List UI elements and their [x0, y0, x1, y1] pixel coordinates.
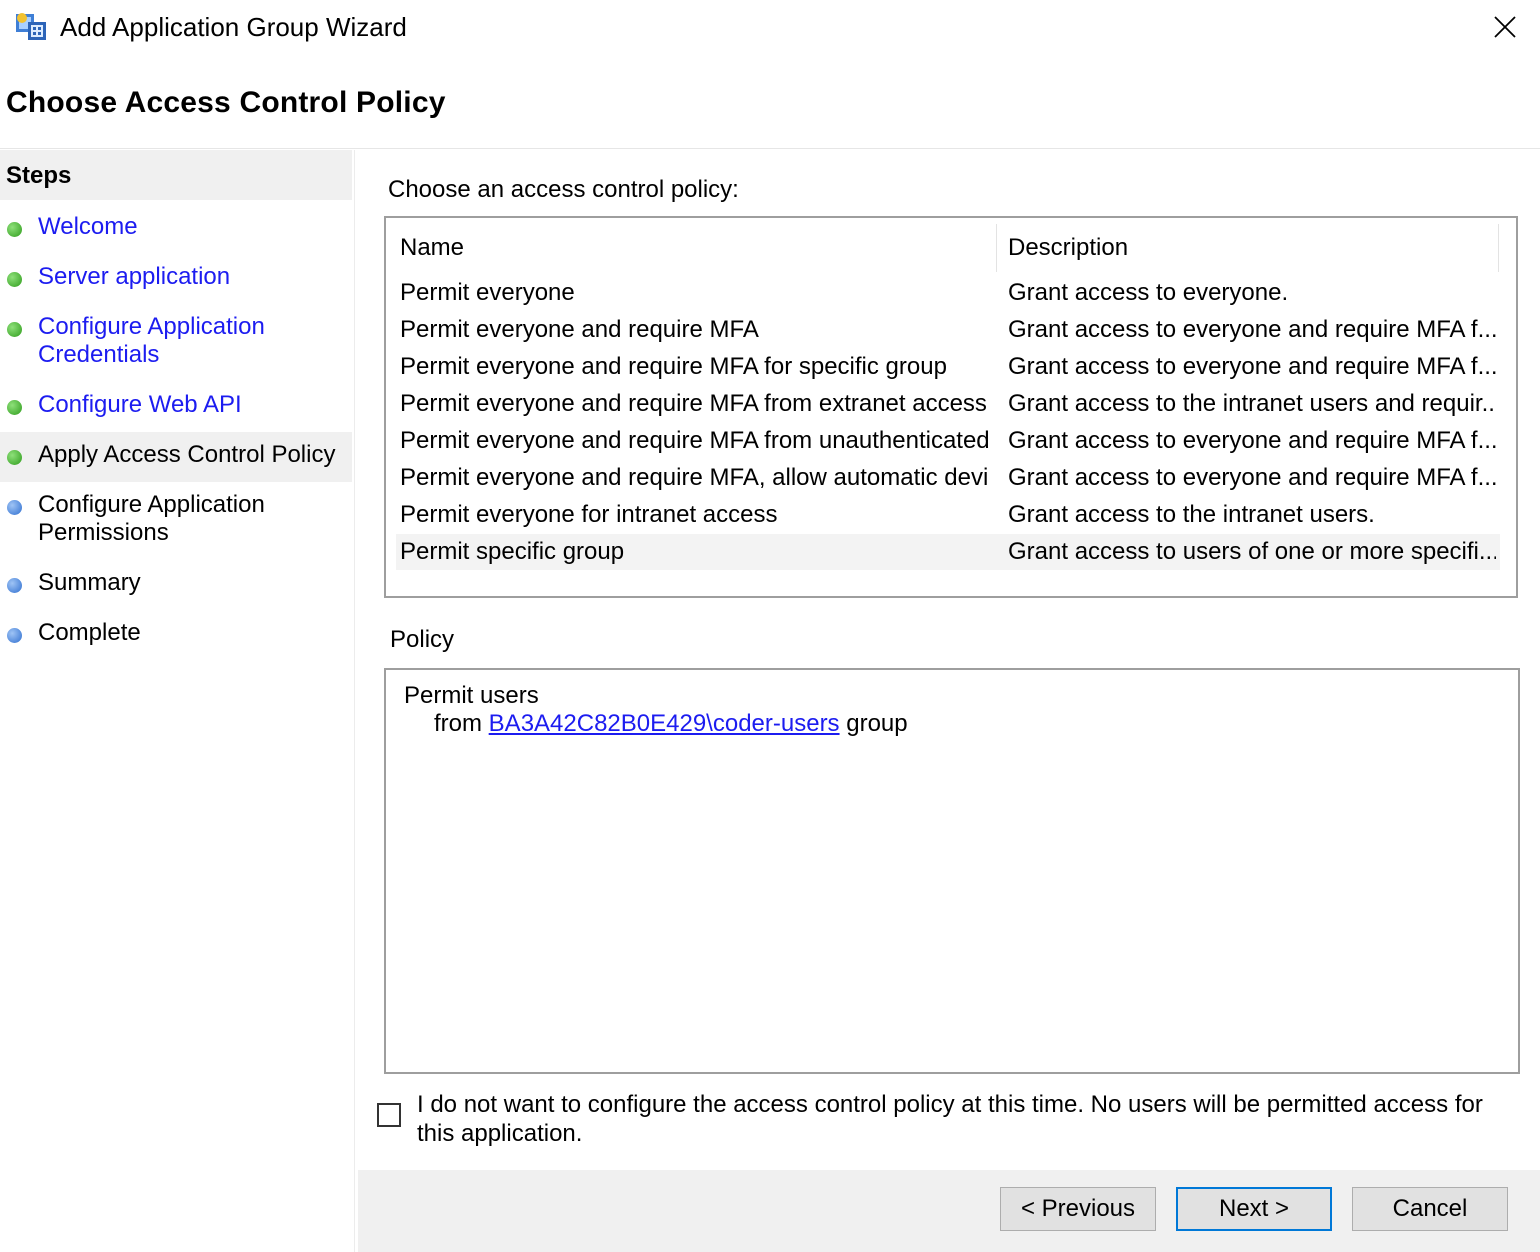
policy-description: Grant access to everyone and require MFA…: [1008, 353, 1496, 380]
policy-from-text: from: [434, 710, 482, 737]
step-server-application[interactable]: Server application: [0, 262, 352, 296]
next-button[interactable]: Next >: [1176, 1187, 1332, 1231]
step-complete-icon: [7, 450, 22, 465]
step-configure-application-permissions: Configure Application Permissions: [0, 490, 352, 548]
title-bar: Add Application Group Wizard: [0, 0, 1540, 56]
column-separator[interactable]: [996, 224, 997, 272]
page-title: Choose Access Control Policy: [6, 86, 446, 119]
step-label: Server application: [38, 263, 231, 290]
steps-header-label: Steps: [6, 162, 72, 189]
choose-policy-label: Choose an access control policy:: [388, 176, 739, 203]
policy-condition: from BA3A42C82B0E429\coder-users group: [434, 710, 908, 738]
step-label: Apply Access Control Policy: [38, 441, 336, 468]
policy-row[interactable]: Permit everyone and require MFA Grant ac…: [396, 312, 1500, 348]
policy-list[interactable]: Name Description Permit everyone Grant a…: [384, 216, 1518, 598]
step-complete-icon: [7, 400, 22, 415]
policy-row[interactable]: Permit everyone and require MFA from ext…: [396, 386, 1500, 422]
policy-description: Grant access to everyone.: [1008, 279, 1289, 306]
step-complete-icon: [7, 322, 22, 337]
step-label-line2: Permissions: [38, 519, 169, 546]
policy-name: Permit everyone and require MFA: [400, 316, 759, 343]
policy-rule-text: Permit users: [404, 682, 539, 709]
content-pane: Choose an access control policy: Name De…: [358, 150, 1540, 1170]
policy-name: Permit everyone and require MFA for spec…: [400, 353, 947, 380]
policy-row[interactable]: Permit everyone and require MFA, allow a…: [396, 460, 1500, 496]
step-label: Welcome: [38, 213, 138, 240]
policy-row-selected[interactable]: Permit specific group Grant access to us…: [396, 534, 1500, 570]
step-complete-icon: [7, 272, 22, 287]
step-pending-icon: [7, 500, 22, 515]
step-label-line1: Configure Application: [38, 491, 265, 518]
policy-group-suffix: group: [846, 710, 908, 737]
policy-row[interactable]: Permit everyone for intranet access Gran…: [396, 497, 1500, 533]
policy-name: Permit everyone and require MFA from ext…: [400, 390, 987, 417]
policy-description: Grant access to the intranet users.: [1008, 501, 1375, 528]
policy-name: Permit everyone and require MFA from una…: [400, 427, 990, 454]
page-header: Choose Access Control Policy: [0, 56, 1540, 149]
step-label: Complete: [38, 619, 141, 646]
steps-pane: Steps Welcome Server application Configu…: [0, 150, 355, 1252]
previous-button[interactable]: < Previous: [1000, 1187, 1156, 1231]
step-pending-icon: [7, 578, 22, 593]
close-icon: [1494, 16, 1516, 38]
policy-description: Grant access to everyone and require MFA…: [1008, 427, 1496, 454]
step-summary: Summary: [0, 568, 352, 602]
step-complete-icon: [7, 222, 22, 237]
column-separator[interactable]: [1498, 224, 1499, 272]
skip-policy-checkbox-label[interactable]: I do not want to configure the access co…: [417, 1090, 1507, 1148]
step-label-line2: Credentials: [38, 341, 160, 368]
step-configure-web-api[interactable]: Configure Web API: [0, 390, 352, 424]
policy-row[interactable]: Permit everyone and require MFA from una…: [396, 423, 1500, 459]
policy-description: Grant access to users of one or more spe…: [1008, 538, 1496, 565]
application-group-icon: [16, 13, 46, 40]
steps-header: Steps: [0, 150, 352, 200]
policy-section-label: Policy: [390, 626, 455, 653]
step-pending-icon: [7, 628, 22, 643]
step-configure-application-credentials[interactable]: Configure Application Credentials: [0, 312, 352, 370]
step-label: Configure Web API: [38, 391, 242, 418]
policy-description: Grant access to everyone and require MFA…: [1008, 316, 1496, 343]
cancel-button[interactable]: Cancel: [1352, 1187, 1508, 1231]
group-link[interactable]: BA3A42C82B0E429\coder-users: [489, 710, 840, 737]
step-label: Summary: [38, 569, 141, 596]
policy-row-permit-everyone[interactable]: Permit everyone Grant access to everyone…: [396, 275, 1500, 311]
step-label-line1: Configure Application: [38, 313, 265, 340]
column-header-description[interactable]: Description: [1008, 234, 1128, 262]
policy-description: Grant access to everyone and require MFA…: [1008, 464, 1496, 491]
list-header: Name Description: [386, 218, 1500, 278]
policy-name: Permit specific group: [400, 538, 625, 565]
policy-name: Permit everyone: [400, 279, 575, 306]
step-complete: Complete: [0, 618, 352, 652]
button-bar: < Previous Next > Cancel: [358, 1170, 1540, 1252]
step-apply-access-control-policy: Apply Access Control Policy: [0, 432, 352, 482]
policy-name: Permit everyone for intranet access: [400, 501, 778, 528]
window-title: Add Application Group Wizard: [60, 12, 407, 42]
close-button[interactable]: [1470, 0, 1540, 54]
policy-name: Permit everyone and require MFA, allow a…: [400, 464, 990, 491]
policy-details-box: Permit users from BA3A42C82B0E429\coder-…: [384, 668, 1520, 1074]
policy-row[interactable]: Permit everyone and require MFA for spec…: [396, 349, 1500, 385]
policy-description: Grant access to the intranet users and r…: [1008, 390, 1496, 417]
skip-policy-checkbox[interactable]: [377, 1103, 401, 1127]
column-header-name[interactable]: Name: [400, 234, 464, 262]
step-welcome[interactable]: Welcome: [0, 212, 352, 246]
